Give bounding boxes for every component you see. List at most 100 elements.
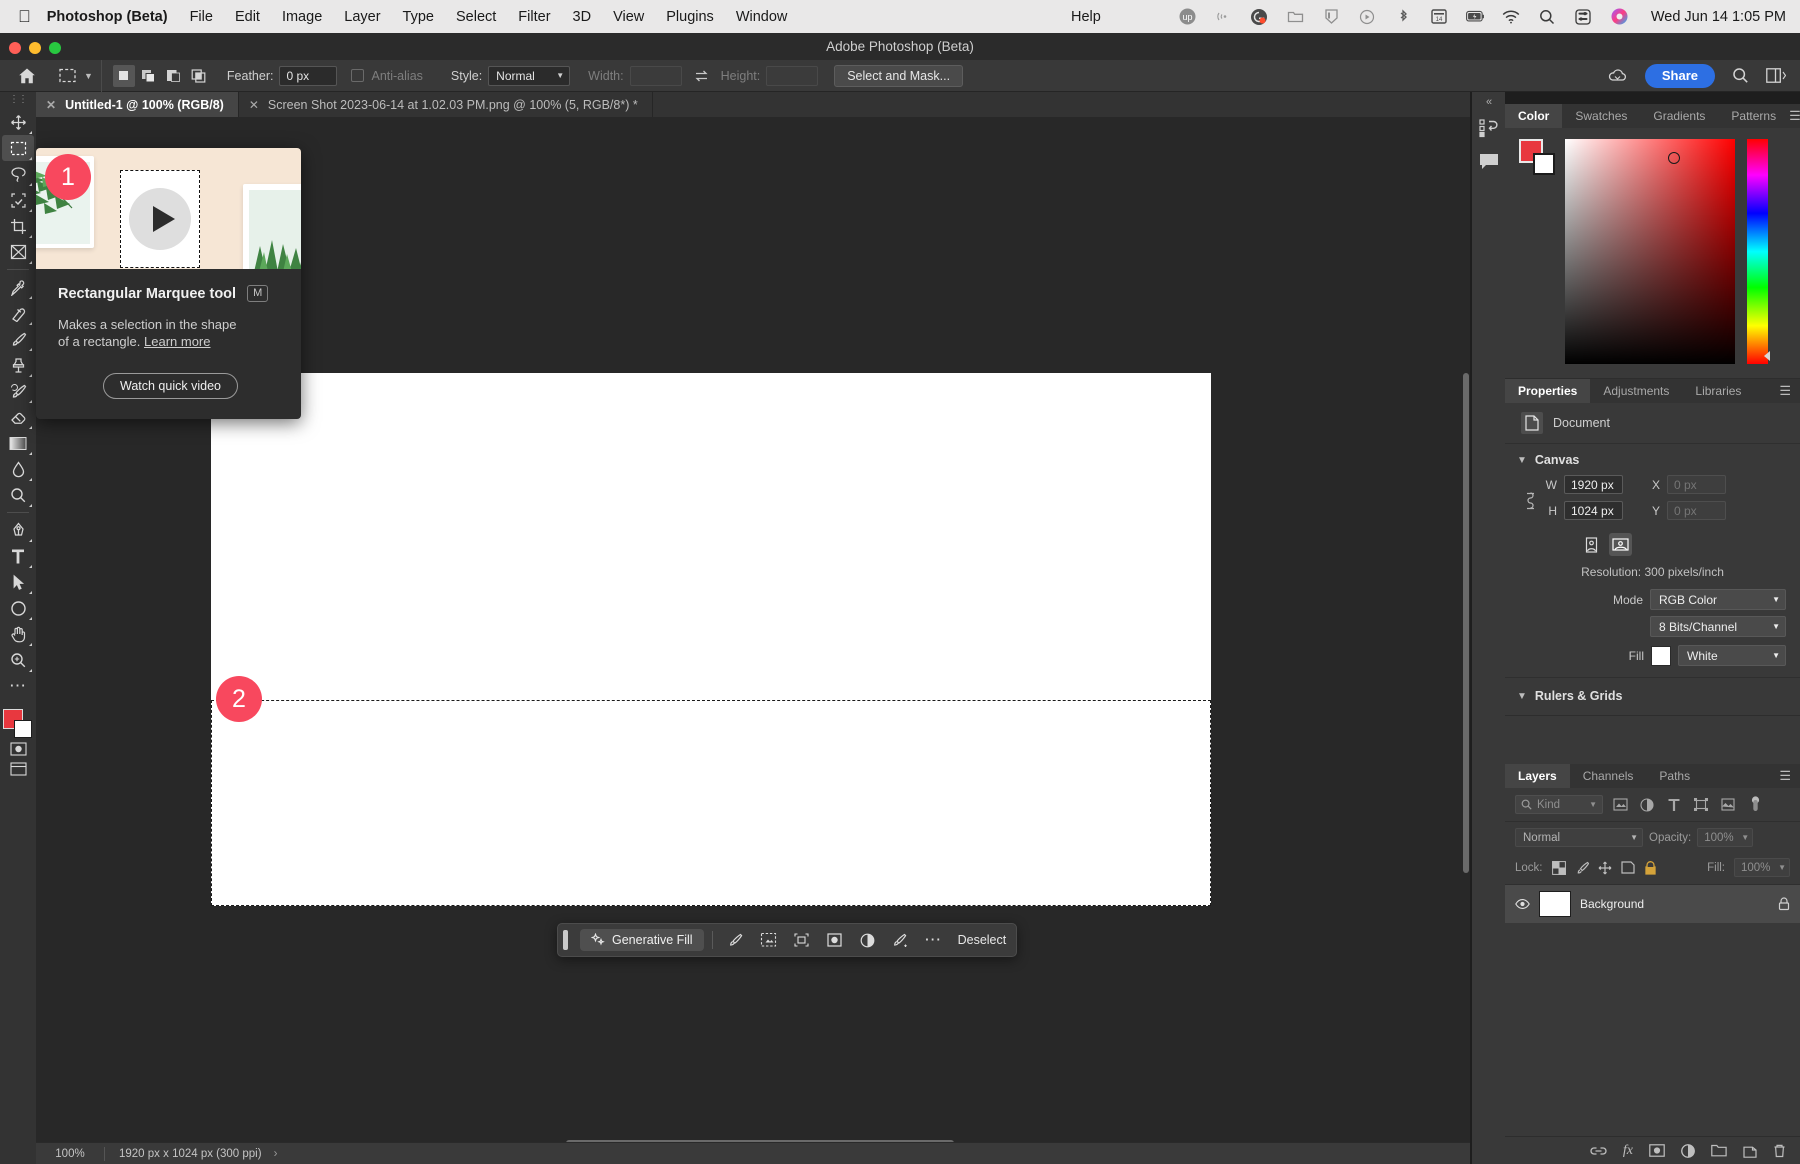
gradient-tool-icon[interactable] [2,430,34,456]
tab-properties[interactable]: Properties [1505,379,1591,403]
menu-select[interactable]: Select [456,9,496,25]
hand-tool-icon[interactable] [2,621,34,647]
create-mask-icon[interactable] [820,928,849,952]
feather-input[interactable]: 0 px [279,65,338,86]
bluetooth-icon[interactable] [1394,7,1413,26]
battery-icon[interactable] [1465,7,1485,26]
canvas-vertical-scrollbar[interactable] [1462,373,1470,873]
filter-shape-icon[interactable] [1691,795,1711,814]
link-dimensions-icon[interactable] [1519,490,1541,512]
tool-preset-picker[interactable]: ▼ [50,59,102,92]
color-picker-field[interactable] [1565,139,1735,364]
upwork-icon[interactable]: up [1178,7,1197,26]
control-center-icon[interactable] [1574,7,1593,26]
tab-swatches[interactable]: Swatches [1562,104,1640,128]
nordvpn-icon[interactable] [1322,7,1341,26]
search-icon[interactable] [1732,67,1749,84]
lock-transparent-pixels-icon[interactable] [1551,860,1566,875]
edit-toolbar-icon[interactable]: ⋯ [2,673,34,699]
learn-more-link[interactable]: Learn more [144,334,210,349]
ellipse-tool-icon[interactable] [2,595,34,621]
tab-paths[interactable]: Paths [1646,764,1703,788]
comments-icon[interactable] [1478,152,1500,171]
scrollbar-thumb[interactable] [1463,373,1469,873]
zoom-window-button[interactable] [49,42,61,54]
canvas-section-header[interactable]: ▼ Canvas [1505,444,1800,473]
siri-icon[interactable] [1610,7,1629,26]
background-color-swatch[interactable] [14,720,32,738]
new-selection-icon[interactable] [112,64,135,87]
tab-adjustments[interactable]: Adjustments [1590,379,1682,403]
add-to-selection-icon[interactable] [138,65,160,87]
mode-select[interactable]: RGB Color ▼ [1650,589,1786,610]
invert-selection-icon[interactable] [886,928,915,952]
tab-layers[interactable]: Layers [1505,764,1570,788]
canvas-y-input[interactable]: 0 px [1667,501,1726,520]
lasso-tool-icon[interactable] [2,161,34,187]
fill-select[interactable]: White ▼ [1678,645,1786,666]
portrait-orientation-icon[interactable] [1580,533,1603,556]
rectangular-marquee-tool-icon[interactable] [2,135,34,161]
wifi-icon[interactable] [1502,7,1521,26]
menu-file[interactable]: File [190,9,213,25]
tab-color[interactable]: Color [1505,104,1563,128]
filter-adjustment-icon[interactable] [1637,795,1657,814]
airdrop-icon[interactable] [1214,7,1233,26]
panel-menu-icon[interactable]: ☰ [1789,108,1800,124]
filter-pixel-icon[interactable] [1610,795,1630,814]
minimize-window-button[interactable] [29,42,41,54]
menu-clock[interactable]: Wed Jun 14 1:05 PM [1651,9,1786,25]
lock-image-pixels-icon[interactable] [1575,861,1589,875]
history-brush-tool-icon[interactable] [2,378,34,404]
menu-view[interactable]: View [613,9,644,25]
dodge-tool-icon[interactable] [2,482,34,508]
menu-layer[interactable]: Layer [344,9,380,25]
new-group-icon[interactable] [1711,1144,1727,1157]
object-selection-tool-icon[interactable] [2,187,34,213]
toolbar-drag-handle[interactable]: ⋮⋮ [9,94,28,105]
landscape-orientation-icon[interactable] [1609,533,1632,556]
play-icon[interactable] [129,188,191,250]
fill-opacity-input[interactable]: 100% ▼ [1734,858,1790,877]
deselect-button[interactable]: Deselect [958,933,1007,947]
canvas-x-input[interactable]: 0 px [1667,475,1726,494]
type-tool-icon[interactable] [2,543,34,569]
lock-artboard-icon[interactable] [1620,861,1635,874]
intersect-with-selection-icon[interactable] [188,65,210,87]
history-icon[interactable] [1478,118,1500,138]
blur-tool-icon[interactable] [2,456,34,482]
style-select[interactable]: Normal ▼ [488,65,571,86]
height-input[interactable] [766,65,819,86]
menu-filter[interactable]: Filter [518,9,550,25]
eyedropper-tool-icon[interactable] [2,274,34,300]
menu-type[interactable]: Type [403,9,434,25]
remove-background-icon[interactable] [754,928,783,952]
crop-tool-icon[interactable] [2,213,34,239]
swap-width-height-icon[interactable] [694,69,709,83]
watch-quick-video-button[interactable]: Watch quick video [103,372,238,399]
close-window-button[interactable] [9,42,21,54]
eye-icon[interactable] [1515,898,1530,910]
menu-3d[interactable]: 3D [573,9,592,25]
color-picker-ring-icon[interactable] [1668,152,1680,164]
marquee-selection-outline[interactable] [211,700,1211,906]
pen-tool-icon[interactable] [2,517,34,543]
panel-menu-icon[interactable]: ☰ [1779,768,1791,784]
home-icon[interactable] [18,67,36,85]
filter-smart-object-icon[interactable] [1718,795,1738,814]
menu-edit[interactable]: Edit [235,9,260,25]
cloud-documents-icon[interactable] [1607,67,1628,84]
background-color-swatch[interactable] [1533,153,1555,175]
screen-recorder-icon[interactable] [1358,7,1377,26]
frame-tool-icon[interactable] [2,239,34,265]
tab-libraries[interactable]: Libraries [1682,379,1754,403]
collapse-panels-icon[interactable]: « [1472,96,1505,108]
layer-row-background[interactable]: Background [1505,885,1800,923]
subtract-from-selection-icon[interactable] [163,65,185,87]
menu-app-name[interactable]: Photoshop (Beta) [47,9,168,25]
blend-mode-select[interactable]: Normal ▼ [1515,828,1643,847]
spot-healing-brush-tool-icon[interactable] [2,300,34,326]
path-selection-tool-icon[interactable] [2,569,34,595]
close-icon[interactable]: ✕ [249,98,259,112]
workspace-switcher-icon[interactable] [1766,68,1786,83]
